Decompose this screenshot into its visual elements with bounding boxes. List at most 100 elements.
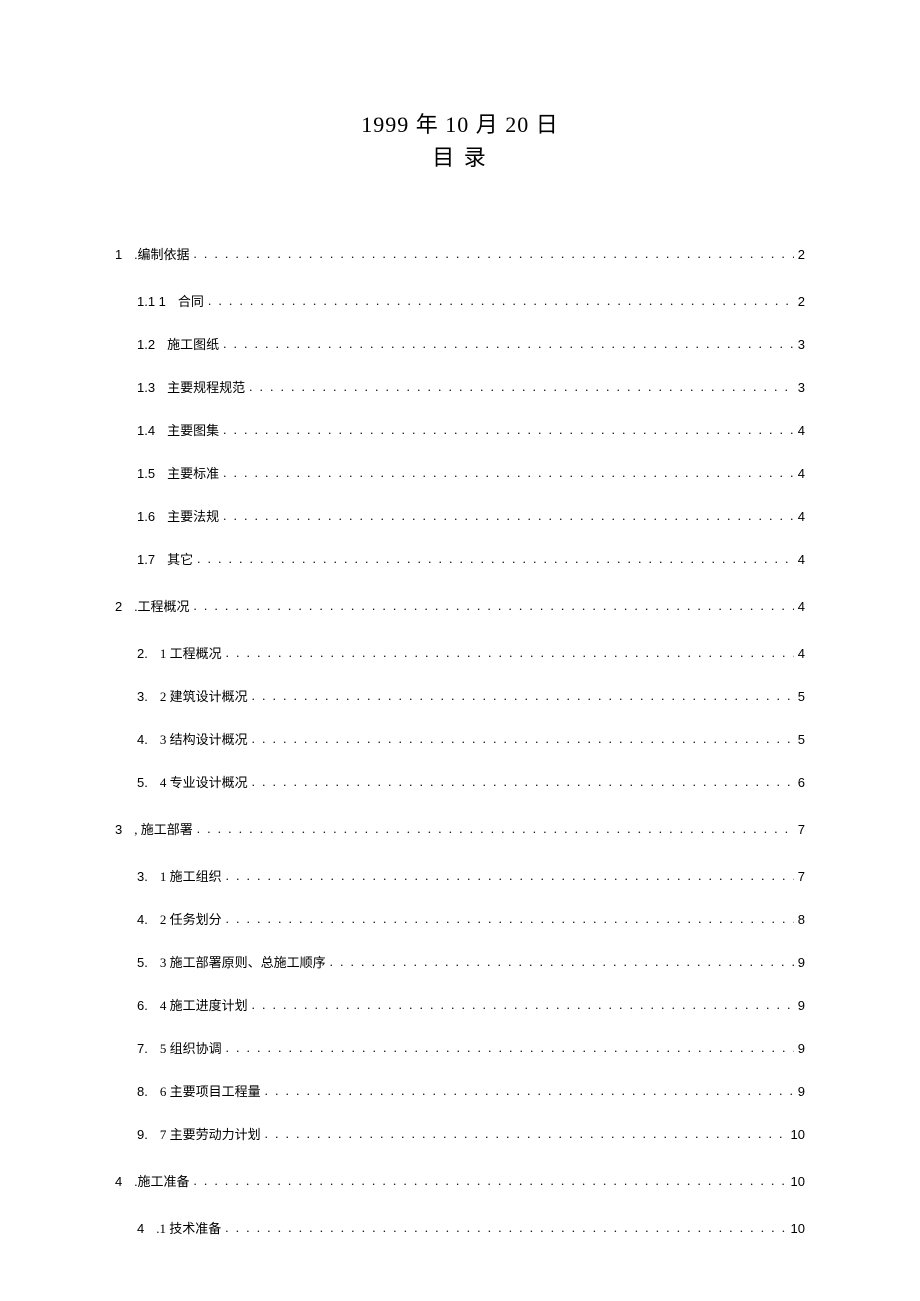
toc-leader-dots: [197, 551, 794, 567]
toc-subsection-row: 8.6 主要项目工程量9: [115, 1081, 805, 1100]
toc-subsection-row: 4.1 技术准备10: [115, 1218, 805, 1237]
toc-leader-dots: [226, 645, 794, 661]
toc-subsection-number: 1.3: [137, 380, 155, 395]
toc-leader-dots: [194, 246, 794, 262]
toc-subsection-label: 5 组织协调: [160, 1038, 222, 1057]
toc-subsection-row: 6.4 施工进度计划9: [115, 995, 805, 1014]
toc-subsection-label: 3 施工部署原则、总施工顺序: [160, 952, 326, 971]
toc-subsection-label: 主要标准: [167, 463, 219, 482]
toc-subsection-number: 4.: [137, 732, 148, 747]
toc-subsection-page: 6: [798, 775, 805, 790]
toc-subsection-number: 3.: [137, 689, 148, 704]
toc-subsection-page: 3: [798, 337, 805, 352]
toc-leader-dots: [252, 688, 794, 704]
toc-subsection-number: 2.: [137, 646, 148, 661]
toc-subsection-group: 1.1 1合同21.2施工图纸31.3主要规程规范31.4主要图集41.5主要标…: [115, 291, 805, 568]
toc-subsection-row: 1.2施工图纸3: [115, 334, 805, 353]
toc-subsection-page: 9: [798, 955, 805, 970]
toc-section-label: .编制依据: [134, 244, 189, 263]
toc-leader-dots: [252, 997, 794, 1013]
toc-subsection-page: 8: [798, 912, 805, 927]
toc-section-page: 7: [798, 822, 805, 837]
toc-subsection-label: 2 建筑设计概况: [160, 686, 248, 705]
toc-subsection-row: 1.4主要图集4: [115, 420, 805, 439]
toc-subsection-label: 合同: [178, 291, 204, 310]
toc-subsection-page: 4: [798, 466, 805, 481]
toc-subsection-label: 主要法规: [167, 506, 219, 525]
toc-subsection-label: 4 施工进度计划: [160, 995, 248, 1014]
toc-section-label: .施工准备: [134, 1171, 189, 1190]
toc-leader-dots: [208, 293, 794, 309]
toc-section-row: 4 .施工准备 10: [115, 1171, 805, 1190]
toc-subsection-row: 1.7其它4: [115, 549, 805, 568]
toc-subsection-page: 4: [798, 552, 805, 567]
toc-subsection-number: 7.: [137, 1041, 148, 1056]
toc-leader-dots: [249, 379, 794, 395]
toc-subsection-page: 2: [798, 294, 805, 309]
toc-leader-dots: [223, 336, 794, 352]
toc-subsection-label: 施工图纸: [167, 334, 219, 353]
toc-leader-dots: [252, 731, 794, 747]
toc-leader-dots: [223, 508, 794, 524]
toc-subsection-number: 1.4: [137, 423, 155, 438]
toc-leader-dots: [223, 422, 794, 438]
toc-leader-dots: [226, 868, 794, 884]
toc-subsection-label: 主要规程规范: [167, 377, 245, 396]
toc-subsection-label: 3 结构设计概况: [160, 729, 248, 748]
toc-subsection-label: 1 工程概况: [160, 643, 222, 662]
toc-subsection-row: 9.7 主要劳动力计划10: [115, 1124, 805, 1143]
toc-section-row: 3 , 施工部署 7: [115, 819, 805, 838]
toc-section-page: 4: [798, 599, 805, 614]
toc-leader-dots: [194, 598, 794, 614]
toc-subsection-label: 7 主要劳动力计划: [160, 1124, 261, 1143]
toc-section-label: , 施工部署: [134, 819, 193, 838]
toc-subsection-row: 5. 3 施工部署原则、总施工顺序 9: [115, 952, 805, 971]
toc-title: 目 录: [115, 143, 805, 174]
toc-subsection-label: 2 任务划分: [160, 909, 222, 928]
toc-subsection-row: 3.1 施工组织7: [115, 866, 805, 885]
document-header: 1999 年 10 月 20 日 目 录: [115, 110, 805, 174]
toc-subsection-label: 主要图集: [167, 420, 219, 439]
date-line: 1999 年 10 月 20 日: [115, 110, 805, 141]
toc-subsection-number: 1.5: [137, 466, 155, 481]
toc-subsection-page: 5: [798, 689, 805, 704]
toc-subsection-row: 2. 1 工程概况 4: [115, 643, 805, 662]
toc-section-page: 10: [791, 1174, 805, 1189]
toc-subsection-row: 7. 5 组织协调 9: [115, 1038, 805, 1057]
toc-leader-dots: [226, 1040, 794, 1056]
toc-subsection-label: 4 专业设计概况: [160, 772, 248, 791]
toc-subsection-page: 9: [798, 1041, 805, 1056]
toc-subsection-row: 1.6 主要法规 4: [115, 506, 805, 525]
toc-leader-dots: [226, 911, 794, 927]
toc-subsection-number: 3.: [137, 869, 148, 884]
toc-section-row: 2 .工程概况 4: [115, 596, 805, 615]
toc-subsection-group: 3.1 施工组织74.2 任务划分85.3 施工部署原则、总施工顺序96.4 施…: [115, 866, 805, 1143]
toc-subsection-page: 9: [798, 1084, 805, 1099]
toc-leader-dots: [194, 1173, 787, 1189]
toc-section-row: 1.编制依据2: [115, 244, 805, 263]
toc-subsection-group: 2.1 工程概况43.2 建筑设计概况54.3 结构设计概况55.4 专业设计概…: [115, 643, 805, 791]
toc-subsection-page: 4: [798, 646, 805, 661]
toc-section-number: 4: [115, 1174, 122, 1189]
toc-subsection-number: 4: [137, 1221, 144, 1236]
toc-subsection-label: 6 主要项目工程量: [160, 1081, 261, 1100]
table-of-contents: 1.编制依据21.1 1合同21.2施工图纸31.3主要规程规范31.4主要图集…: [115, 244, 805, 1237]
toc-section-number: 3: [115, 822, 122, 837]
toc-leader-dots: [265, 1083, 794, 1099]
toc-subsection-number: 1.6: [137, 509, 155, 524]
toc-subsection-label: 其它: [167, 549, 193, 568]
toc-subsection-page: 10: [791, 1127, 805, 1142]
toc-subsection-row: 4.2 任务划分8: [115, 909, 805, 928]
toc-subsection-page: 9: [798, 998, 805, 1013]
toc-subsection-number: 5.: [137, 775, 148, 790]
toc-subsection-row: 1.5 主要标准 4: [115, 463, 805, 482]
toc-section-number: 2: [115, 599, 122, 614]
toc-leader-dots: [197, 821, 794, 837]
toc-subsection-label: 1 施工组织: [160, 866, 222, 885]
toc-leader-dots: [252, 774, 794, 790]
toc-subsection-page: 4: [798, 509, 805, 524]
toc-section-label: .工程概况: [134, 596, 189, 615]
toc-subsection-number: 5.: [137, 955, 148, 970]
toc-subsection-page: 10: [791, 1221, 805, 1236]
toc-subsection-page: 3: [798, 380, 805, 395]
